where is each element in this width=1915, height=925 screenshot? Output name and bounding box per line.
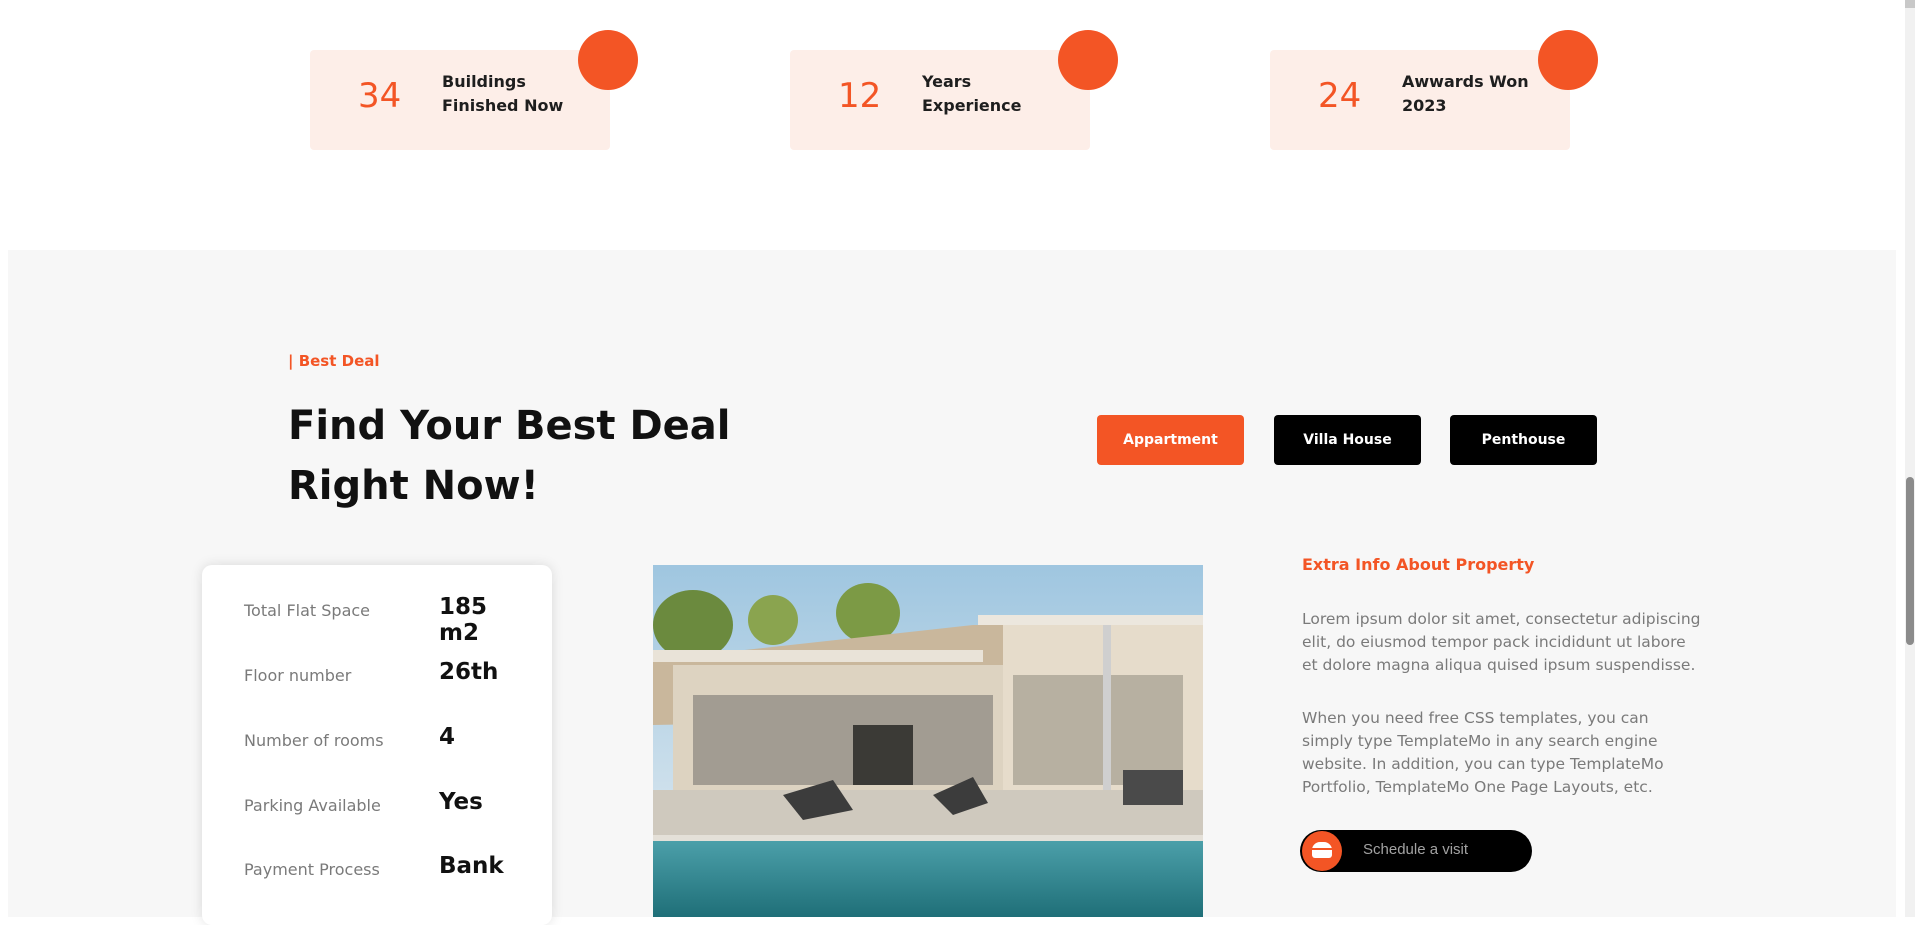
schedule-visit-label: Schedule a visit [1363,841,1469,858]
detail-label: Parking Available [244,796,381,815]
stat-card-buildings: 34 Buildings Finished Now [310,30,638,150]
scrollbar-arrow-up-icon[interactable] [1905,0,1915,8]
detail-value: Bank [439,853,504,879]
section-heading: Find Your Best Deal Right Now! [288,403,731,509]
stat-number: 34 [358,76,402,116]
detail-value: 185 m2 [439,594,488,646]
scrollbar-thumb[interactable] [1906,477,1914,645]
detail-value: Yes [439,789,483,815]
detail-label: Number of rooms [244,731,384,750]
tab-penthouse[interactable]: Penthouse [1450,415,1597,465]
tab-appartment[interactable]: Appartment [1097,415,1244,465]
description-paragraph: When you need free CSS templates, you ca… [1302,709,1664,796]
detail-label: Floor number [244,666,352,685]
calendar-icon [1302,831,1342,871]
detail-row-rooms: Number of rooms 4 [244,722,534,762]
description-paragraph: Lorem ipsum dolor sit amet, consectetur … [1302,610,1701,674]
stat-label: Awwards Won 2023 [1402,72,1529,115]
detail-label: Total Flat Space [244,601,371,620]
schedule-visit-button[interactable]: Schedule a visit [1300,830,1532,872]
property-photo [653,565,1203,917]
detail-value: 4 [439,724,456,750]
detail-row-floor: Floor number 26th [244,657,534,697]
detail-label: Payment Process [244,860,380,879]
extra-info-title: Extra Info About Property [1302,555,1535,574]
page-scrollbar[interactable] [1905,0,1915,917]
detail-row-flat-space: Total Flat Space 185 m2 [244,592,534,646]
stat-label: Years Experience [922,72,1022,115]
property-details-card: Total Flat Space 185 m2 Floor number 26t… [202,565,552,925]
stat-card-awards: 24 Awwards Won 2023 [1270,30,1598,150]
stats-section: 34 Buildings Finished Now 12 Years Exper… [0,0,1915,250]
detail-row-parking: Parking Available Yes [244,787,534,827]
tab-villa-house[interactable]: Villa House [1274,415,1421,465]
stat-label: Buildings Finished Now [442,72,564,115]
stat-number: 12 [838,76,882,116]
best-deal-section: | Best Deal Find Your Best Deal Right No… [8,250,1896,925]
decorative-circle-icon [1058,30,1118,90]
stat-card-years: 12 Years Experience [790,30,1118,150]
decorative-circle-icon [1538,30,1598,90]
detail-value: 26th [439,659,499,685]
decorative-circle-icon [578,30,638,90]
detail-row-payment: Payment Process Bank [244,851,534,891]
stat-number: 24 [1318,76,1362,116]
section-eyebrow: | Best Deal [288,352,380,370]
